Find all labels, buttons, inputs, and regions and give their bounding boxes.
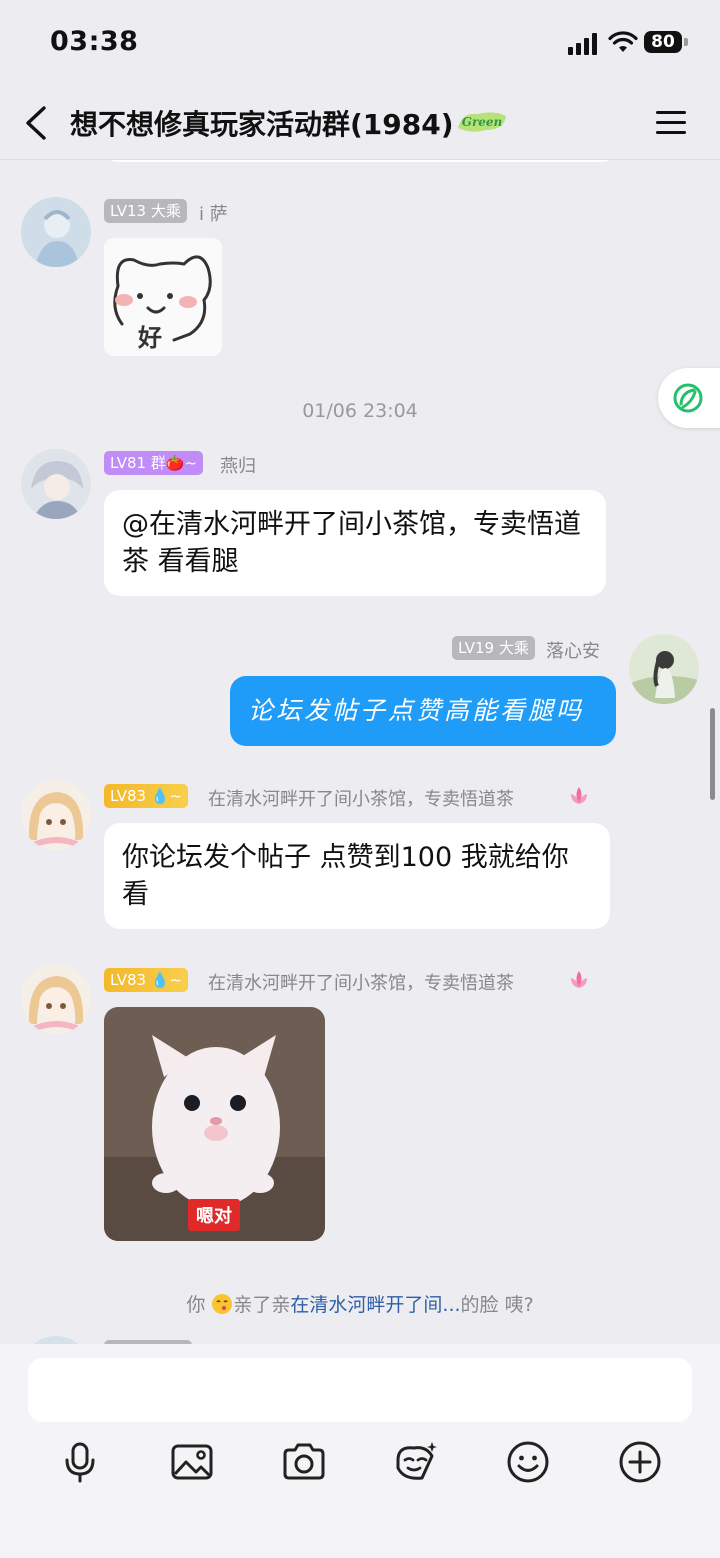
sender-name[interactable]: i 萨: [199, 200, 228, 226]
my-message-bubble[interactable]: 论坛发帖子点赞高能看腿吗: [230, 676, 616, 746]
level-badge: LV83 💧~: [104, 968, 189, 992]
sender-name[interactable]: 燕归: [220, 452, 256, 478]
sticker-icon[interactable]: [392, 1438, 440, 1486]
avatar[interactable]: [21, 1336, 91, 1344]
message-bubble[interactable]: @在清水河畔开了间小茶馆，专卖悟道茶 看看腿: [104, 490, 606, 596]
message-input[interactable]: [28, 1358, 692, 1422]
lotus-icon: [571, 971, 587, 988]
leaf-logo-icon: [673, 383, 703, 413]
scrollbar[interactable]: [710, 708, 715, 800]
group-title[interactable]: 想不想修真玩家活动群(1984): [70, 103, 454, 143]
avatar[interactable]: [21, 964, 91, 1034]
level-badge: LV13 大乘: [104, 199, 187, 223]
image-message[interactable]: 嗯对: [104, 1007, 325, 1241]
emoji-icon[interactable]: [504, 1438, 552, 1486]
previous-message-bubble: [104, 160, 616, 162]
chat-header: 想不想修真玩家活动群(1984) Green: [0, 86, 720, 160]
cellular-signal-icon: [568, 33, 600, 55]
image-caption: 嗯对: [188, 1199, 240, 1231]
battery-tip: [684, 38, 688, 46]
floating-widget[interactable]: [658, 368, 720, 428]
sender-name[interactable]: 在清水河畔开了间小茶馆，专卖悟道茶: [208, 969, 514, 995]
back-icon[interactable]: [22, 104, 52, 142]
status-time: 03:38: [50, 26, 139, 57]
menu-icon[interactable]: [654, 108, 688, 138]
level-badge: LV19 大乘: [452, 636, 535, 660]
my-avatar[interactable]: [629, 634, 699, 704]
add-icon[interactable]: [616, 1438, 664, 1486]
level-badge: LV83 💧~: [104, 784, 189, 808]
image-icon[interactable]: [168, 1438, 216, 1486]
mic-icon[interactable]: [56, 1438, 104, 1486]
system-user-link[interactable]: 在清水河畔开了间...: [290, 1294, 460, 1316]
wifi-icon: [608, 31, 638, 52]
battery-indicator: 80: [644, 31, 682, 53]
lotus-icon: [571, 787, 587, 804]
message-timestamp: 01/06 23:04: [302, 400, 418, 422]
message-bubble[interactable]: 你论坛发个帖子 点赞到100 我就给你看: [104, 823, 610, 929]
system-notice: 你 亲了亲在清水河畔开了间...的脸 咦?: [186, 1293, 534, 1316]
sticker-message[interactable]: 好: [104, 238, 222, 356]
input-panel: [0, 1344, 720, 1558]
sender-name[interactable]: 在清水河畔开了间小茶馆，专卖悟道茶: [208, 785, 514, 811]
sender-name[interactable]: 落心安: [546, 637, 600, 663]
sticker-text: 好: [138, 323, 162, 352]
camera-icon[interactable]: [280, 1438, 328, 1486]
level-badge: LV81 群🍅~: [104, 451, 204, 475]
avatar[interactable]: [21, 780, 91, 850]
status-bar: 03:38 80: [0, 0, 720, 86]
kiss-emoji-icon: [211, 1293, 233, 1315]
message-list[interactable]: LV13 大乘 i 萨 好 01/06 23:04 LV81 群🍅~ 燕归 @在…: [0, 160, 720, 1344]
green-badge-icon: Green: [458, 112, 506, 132]
avatar[interactable]: [21, 449, 91, 519]
avatar[interactable]: [21, 197, 91, 267]
svg-text:Green: Green: [462, 115, 503, 129]
